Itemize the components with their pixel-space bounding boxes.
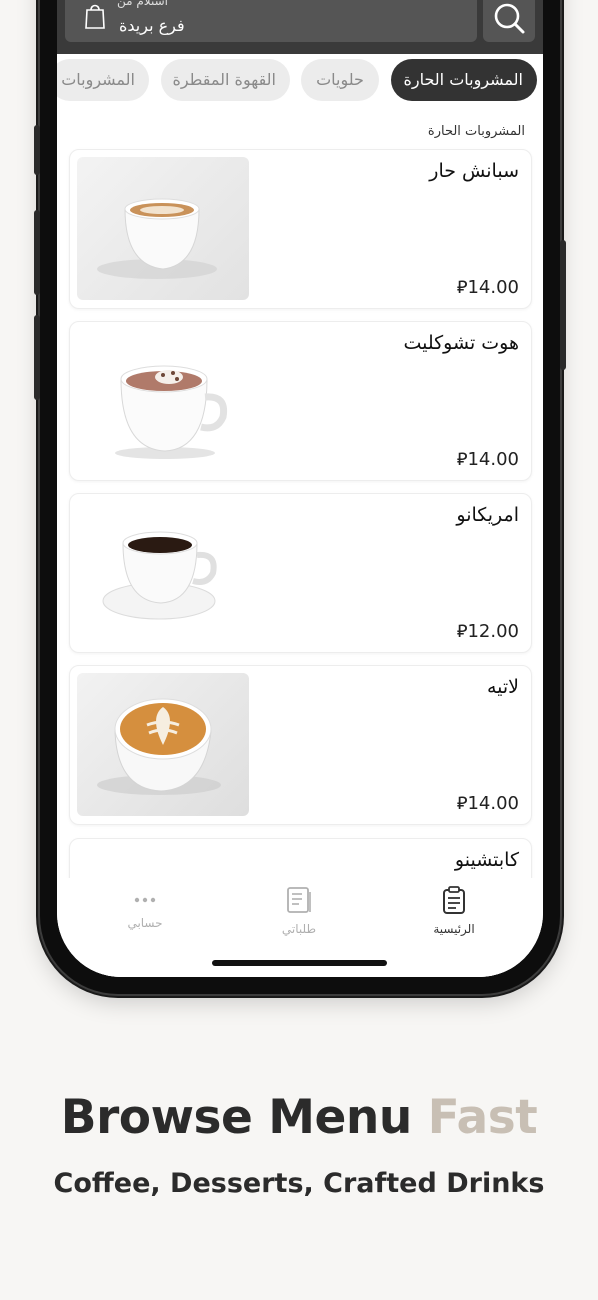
product-price: ⃁14.00 — [456, 277, 519, 298]
top-bar: استلام من فرع بريدة — [57, 0, 543, 54]
product-card[interactable]: سبانش حار ⃁14.00 — [69, 149, 532, 309]
phone-volume-up — [34, 210, 40, 295]
product-name: هوت تشوكليت — [403, 332, 519, 354]
home-indicator[interactable] — [212, 960, 387, 966]
marketing-subheadline: Coffee, Desserts, Crafted Drinks — [53, 1168, 545, 1199]
product-image-black-coffee — [77, 501, 249, 644]
nav-account[interactable]: حسابي — [100, 886, 190, 930]
section-title: المشروبات الحارة — [427, 124, 525, 139]
search-icon — [494, 3, 525, 34]
product-card[interactable]: لاتيه ⃁14.00 — [69, 665, 532, 825]
category-tabs: المشروبات الحارة حلويات القهوة المقطرة ا… — [57, 58, 543, 104]
currency-icon: ⃁ — [456, 277, 468, 298]
nav-home-label: الرئيسية — [433, 922, 475, 936]
nav-home[interactable]: الرئيسية — [409, 886, 499, 936]
headline-accent: Fast — [427, 1090, 538, 1145]
nav-orders[interactable]: طلباتي — [254, 886, 344, 936]
tab-drinks[interactable]: المشروبات — [57, 59, 149, 101]
pickup-label: استلام من — [117, 0, 168, 8]
phone-power-button — [560, 240, 566, 370]
product-price: ⃁12.00 — [456, 621, 519, 642]
phone-volume-down — [34, 315, 40, 400]
nav-orders-label: طلباتي — [281, 922, 317, 936]
nav-account-label: حسابي — [127, 916, 163, 930]
product-name: سبانش حار — [429, 160, 519, 182]
product-image-hot-chocolate — [77, 329, 249, 472]
tab-drip-coffee[interactable]: القهوة المقطرة — [161, 59, 290, 101]
branch-name: فرع بريدة — [119, 16, 185, 35]
product-name: لاتيه — [486, 676, 519, 698]
pickup-location-selector[interactable]: استلام من فرع بريدة — [65, 0, 477, 42]
shopping-bag-icon — [85, 4, 105, 29]
product-card[interactable]: امريكانو ⃁12.00 — [69, 493, 532, 653]
currency-icon: ⃁ — [456, 449, 468, 470]
app-screen: استلام من فرع بريدة المشروبات الحارة حلو… — [57, 0, 543, 977]
orders-icon — [287, 887, 311, 913]
product-image-coffee-cup — [77, 157, 249, 300]
more-dots-icon — [134, 897, 156, 903]
product-image-latte-art — [77, 673, 249, 816]
product-price: ⃁14.00 — [456, 449, 519, 470]
product-name: امريكانو — [456, 504, 519, 526]
tab-desserts[interactable]: حلويات — [301, 59, 379, 101]
product-name: كابتشينو — [454, 849, 519, 871]
headline-main: Browse Menu — [60, 1090, 413, 1145]
currency-icon: ⃁ — [456, 793, 468, 814]
search-button[interactable] — [483, 0, 535, 42]
tab-hot-drinks[interactable]: المشروبات الحارة — [391, 59, 537, 101]
phone-side-button — [34, 125, 40, 175]
marketing-headline: Browse Menu Fast — [0, 1090, 598, 1145]
currency-icon: ⃁ — [456, 621, 468, 642]
product-price: ⃁14.00 — [456, 793, 519, 814]
product-card[interactable]: هوت تشوكليت ⃁14.00 — [69, 321, 532, 481]
home-clipboard-icon — [443, 886, 465, 914]
